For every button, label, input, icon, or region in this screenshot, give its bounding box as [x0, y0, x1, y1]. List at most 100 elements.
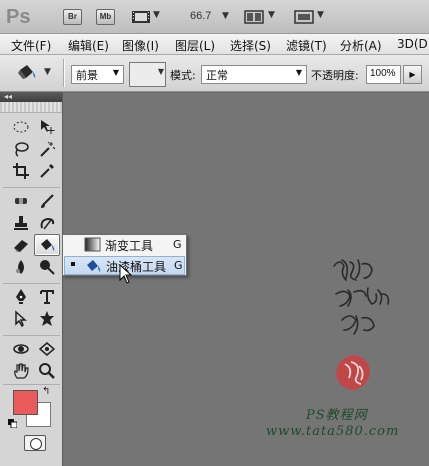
lasso-icon	[15, 142, 29, 157]
flyout-item-label: 油漆桶工具	[106, 260, 167, 274]
watermark-logo-text: PS教程网	[306, 408, 368, 423]
tool-divider	[3, 384, 60, 385]
selected-bullet	[71, 262, 75, 266]
opacity-label: 不透明度:	[311, 69, 359, 82]
stamp-icon	[14, 216, 28, 230]
menu-layer[interactable]: 图层(L)	[175, 37, 215, 54]
paint-bucket-icon	[41, 239, 55, 251]
toolbox: ◂◂ ↰	[0, 92, 63, 466]
chevron-down-icon: ▼	[157, 67, 164, 76]
menu-file[interactable]: 文件(F)	[11, 37, 51, 54]
path-selection-tool[interactable]	[8, 308, 34, 330]
flyout-shortcut: G	[174, 259, 183, 272]
type-icon	[40, 290, 54, 304]
menu-select[interactable]: 选择(S)	[230, 37, 271, 54]
opacity-slider-button[interactable]: ▶	[403, 65, 422, 84]
clone-stamp-tool[interactable]	[8, 212, 34, 234]
mode-label: 模式:	[170, 69, 196, 82]
opacity-input[interactable]: 100%	[366, 65, 401, 84]
marquee-tool[interactable]	[8, 116, 34, 138]
fill-source-select[interactable]: 前景 ▼	[71, 65, 124, 84]
menu-filter[interactable]: 滤镜(T)	[286, 37, 327, 54]
marquee-icon	[13, 121, 29, 133]
pattern-picker[interactable]: ▼	[129, 62, 166, 87]
menu-edit[interactable]: 编辑(E)	[68, 37, 109, 54]
chevron-down-icon: ▼	[317, 10, 324, 20]
zoom-level[interactable]: 66.7	[190, 10, 211, 22]
arrange-icon	[244, 10, 264, 24]
menu-analysis[interactable]: 分析(A)	[340, 37, 382, 54]
options-bar: ▼ 前景 ▼ ▼ 模式: 正常 ▼ 不透明度: 100% ▶	[0, 55, 429, 92]
magic-wand-tool[interactable]	[34, 138, 60, 160]
shape-icon	[40, 311, 54, 326]
arrange-documents-button[interactable]: ▼	[244, 9, 280, 25]
pen-icon	[16, 289, 26, 304]
move-tool[interactable]	[34, 116, 60, 138]
tool-divider	[3, 335, 60, 336]
tool-divider	[3, 187, 60, 188]
flyout-shortcut: G	[173, 238, 182, 251]
chevron-down-icon: ▼	[44, 67, 51, 77]
blend-mode-value: 正常	[206, 69, 228, 82]
3d-camera-tool[interactable]	[34, 338, 60, 360]
history-brush-icon	[40, 217, 55, 230]
blur-icon	[16, 260, 24, 274]
magic-wand-icon	[40, 141, 56, 157]
3d-rotate-icon	[13, 344, 29, 354]
eyedropper-tool[interactable]	[34, 160, 60, 182]
menu-bar: 文件(F) 编辑(E) 图像(I) 图层(L) 选择(S) 滤镜(T) 分析(A…	[0, 34, 429, 55]
gradient-icon	[84, 237, 101, 252]
red-seal-stamp	[336, 355, 370, 390]
dodge-tool[interactable]	[34, 256, 60, 278]
chevron-down-icon: ▼	[268, 10, 275, 20]
pen-tool[interactable]	[8, 286, 34, 308]
foreground-color-swatch[interactable]	[13, 390, 38, 415]
menu-3d[interactable]: 3D(D)	[397, 37, 429, 51]
divider	[63, 59, 65, 87]
blur-tool[interactable]	[8, 256, 34, 278]
paint-bucket-tool[interactable]	[34, 234, 60, 256]
chevron-down-icon: ▼	[153, 10, 160, 20]
eyedropper-icon	[40, 164, 54, 178]
swap-colors-icon[interactable]: ↰	[42, 386, 50, 397]
eraser-tool[interactable]	[8, 234, 34, 256]
quick-mask-button[interactable]	[24, 435, 46, 451]
eraser-icon	[14, 240, 28, 252]
crop-tool[interactable]	[8, 160, 34, 182]
flyout-item-label: 渐变工具	[105, 239, 154, 253]
minibridge-button[interactable]: Mb	[96, 9, 115, 25]
view-extras-button[interactable]: ▼	[131, 9, 163, 25]
default-colors-icon[interactable]	[8, 419, 17, 428]
flyout-item-gradient[interactable]: 渐变工具 G	[64, 236, 185, 255]
zoom-icon	[39, 363, 55, 379]
brush-tool[interactable]	[34, 190, 60, 212]
tool-preset-picker[interactable]: ▼	[14, 61, 58, 85]
screen-mode-icon	[294, 10, 314, 24]
paint-bucket-icon	[87, 260, 101, 272]
blend-mode-select[interactable]: 正常 ▼	[201, 65, 307, 84]
watermark-url: www.tata580.com	[266, 424, 400, 439]
chevron-down-icon[interactable]: ▼	[222, 11, 229, 21]
hand-tool[interactable]	[8, 360, 34, 382]
zoom-tool[interactable]	[34, 360, 60, 382]
bridge-button[interactable]: Br	[63, 9, 82, 25]
type-tool[interactable]	[34, 286, 60, 308]
dodge-icon	[40, 260, 55, 275]
screen-mode-button[interactable]: ▼	[294, 9, 328, 25]
bandage-icon	[15, 198, 27, 204]
custom-shape-tool[interactable]	[34, 308, 60, 330]
toolbox-collapse[interactable]: ◂◂	[0, 92, 62, 102]
handwritten-signature	[333, 259, 390, 335]
brush-icon	[41, 194, 54, 208]
3d-rotate-tool[interactable]	[8, 338, 34, 360]
hand-icon	[14, 363, 29, 379]
lasso-tool[interactable]	[8, 138, 34, 160]
history-brush-tool[interactable]	[34, 212, 60, 234]
chevron-down-icon: ▼	[295, 68, 302, 77]
move-icon	[41, 120, 55, 134]
spot-healing-tool[interactable]	[8, 190, 34, 212]
toolbox-grip[interactable]	[0, 102, 62, 113]
mouse-cursor-icon	[119, 264, 133, 284]
menu-image[interactable]: 图像(I)	[122, 37, 159, 54]
path-selection-icon	[15, 310, 27, 328]
